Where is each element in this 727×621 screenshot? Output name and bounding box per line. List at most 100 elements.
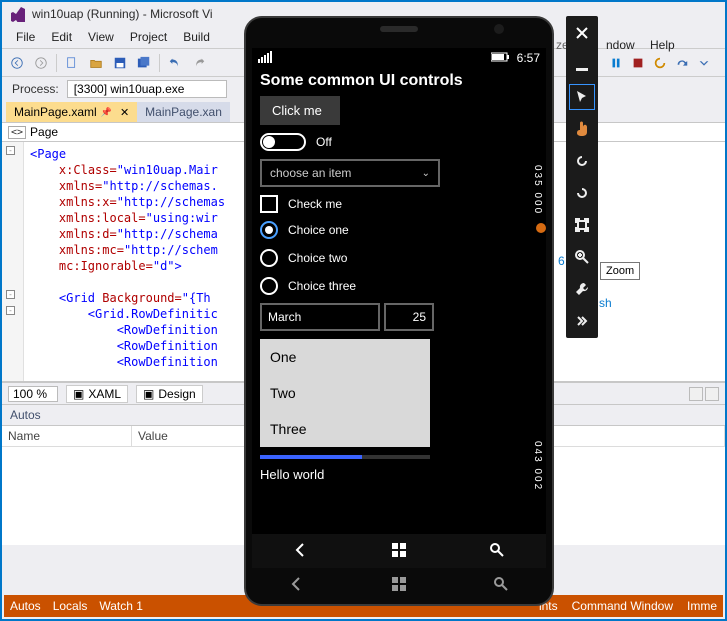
toggle-switch[interactable]: Off xyxy=(260,133,538,151)
tab-label: MainPage.xaml xyxy=(14,105,97,119)
menu-edit[interactable]: Edit xyxy=(45,28,78,46)
status-locals[interactable]: Locals xyxy=(53,599,88,613)
process-select[interactable]: [3300] win10uap.exe xyxy=(67,80,227,98)
notification-dot-icon xyxy=(536,223,546,233)
code-fragment: sh xyxy=(599,296,612,310)
emu-touch-icon[interactable] xyxy=(569,116,595,142)
checkbox[interactable]: Check me xyxy=(260,195,538,213)
status-immediate[interactable]: Imme xyxy=(687,599,717,613)
restart-icon[interactable] xyxy=(651,54,669,72)
zoom-combo[interactable]: 100 % xyxy=(8,386,58,402)
date-picker[interactable]: March 25 xyxy=(260,303,538,331)
clock: 6:57 xyxy=(517,51,540,65)
nav-back-icon[interactable] xyxy=(8,54,26,72)
radio-choice-one[interactable]: Choice one xyxy=(260,221,538,239)
undo-icon[interactable] xyxy=(166,54,184,72)
autos-col-name[interactable]: Name xyxy=(2,426,132,446)
tooltip-zoom: Zoom xyxy=(600,262,640,280)
emu-more-icon[interactable] xyxy=(569,308,595,334)
outline-toggle[interactable]: - xyxy=(6,290,15,299)
status-watch1[interactable]: Watch 1 xyxy=(99,599,143,613)
hw-search-icon[interactable] xyxy=(493,576,509,595)
pause-icon[interactable] xyxy=(607,54,625,72)
vs-logo-icon xyxy=(10,6,26,22)
combo-box[interactable]: choose an item ⌄ xyxy=(260,159,440,187)
date-month[interactable]: March xyxy=(260,303,380,331)
tab-mainpage-xaml-cs[interactable]: MainPage.xan xyxy=(137,102,230,122)
menu-view[interactable]: View xyxy=(82,28,120,46)
emu-pointer-icon[interactable] xyxy=(569,84,595,110)
emu-fit-icon[interactable] xyxy=(569,212,595,238)
menu-build[interactable]: Build xyxy=(177,28,216,46)
checkbox-label: Check me xyxy=(288,197,342,211)
emu-rotate-right-icon[interactable] xyxy=(569,180,595,206)
split-vertical-icon[interactable] xyxy=(705,387,719,401)
search-icon[interactable] xyxy=(489,542,505,561)
step-into-icon[interactable] xyxy=(695,54,713,72)
battery-icon xyxy=(491,51,511,65)
list-item[interactable]: Two xyxy=(260,375,430,411)
code-fragment: 6 xyxy=(558,254,565,268)
signal-icon xyxy=(258,51,274,66)
redo-icon[interactable] xyxy=(190,54,208,72)
app-bar xyxy=(252,534,546,568)
hello-text: Hello world xyxy=(260,467,538,482)
menu-fragment-ndow[interactable]: ndow xyxy=(606,38,635,52)
process-label: Process: xyxy=(12,82,59,96)
radio-label: Choice three xyxy=(288,279,356,293)
phone-statusbar: 6:57 xyxy=(252,48,546,68)
progress-bar xyxy=(260,455,430,459)
click-me-button[interactable]: Click me xyxy=(260,96,340,125)
open-icon[interactable] xyxy=(87,54,105,72)
tab-mainpage-xaml[interactable]: MainPage.xaml 📌 ✕ xyxy=(6,102,137,122)
date-day[interactable]: 25 xyxy=(384,303,434,331)
toggle-label: Off xyxy=(316,135,332,149)
close-icon[interactable]: ✕ xyxy=(120,106,129,119)
new-file-icon[interactable] xyxy=(63,54,81,72)
split-horizontal-icon[interactable] xyxy=(689,387,703,401)
status-cmd[interactable]: Command Window xyxy=(572,599,673,613)
emu-rotate-left-icon[interactable] xyxy=(569,148,595,174)
mode-design[interactable]: ▣ Design xyxy=(136,385,203,403)
emu-tools-icon[interactable] xyxy=(569,276,595,302)
radio-choice-three[interactable]: Choice three xyxy=(260,277,538,295)
list-item[interactable]: Three xyxy=(260,411,430,447)
save-icon[interactable] xyxy=(111,54,129,72)
mode-xaml[interactable]: ▣ XAML xyxy=(66,385,128,403)
outline-toggle[interactable]: - xyxy=(6,146,15,155)
nav-fwd-icon[interactable] xyxy=(32,54,50,72)
radio-choice-two[interactable]: Choice two xyxy=(260,249,538,267)
windows-icon[interactable] xyxy=(391,542,407,561)
emu-close-icon[interactable] xyxy=(569,20,595,46)
back-icon[interactable] xyxy=(293,542,309,561)
emu-zoom-icon[interactable] xyxy=(569,244,595,270)
menu-project[interactable]: Project xyxy=(124,28,173,46)
fps-counter-b: 043 002 xyxy=(531,440,544,492)
list-box[interactable]: One Two Three xyxy=(260,339,430,447)
phone-earpiece xyxy=(380,26,418,32)
phone-screen: 6:57 Some common UI controls Click me Of… xyxy=(252,48,546,568)
hw-back-icon[interactable] xyxy=(289,576,305,595)
radio-group: Choice one Choice two Choice three xyxy=(260,221,538,295)
page-title: Some common UI controls xyxy=(252,68,546,92)
save-all-icon[interactable] xyxy=(135,54,153,72)
menu-file[interactable]: File xyxy=(10,28,41,46)
phone-hw-keys xyxy=(246,572,552,598)
menu-help[interactable]: Help xyxy=(650,38,675,52)
step-over-icon[interactable] xyxy=(673,54,691,72)
checkbox-box xyxy=(260,195,278,213)
debug-controls xyxy=(607,54,719,72)
tab-label: MainPage.xan xyxy=(145,105,222,119)
emu-minimize-icon[interactable] xyxy=(569,52,595,78)
editor-gutter: - - - xyxy=(2,142,24,381)
outline-toggle[interactable]: - xyxy=(6,306,15,315)
combo-label: choose an item xyxy=(270,166,351,180)
list-item[interactable]: One xyxy=(260,339,430,375)
toggle-track xyxy=(260,133,306,151)
xaml-node[interactable]: Page xyxy=(30,125,58,139)
hw-windows-icon[interactable] xyxy=(391,576,407,595)
tag-icon: <> xyxy=(8,126,26,139)
pin-icon[interactable]: 📌 xyxy=(101,107,112,118)
status-autos[interactable]: Autos xyxy=(10,599,41,613)
stop-icon[interactable] xyxy=(629,54,647,72)
